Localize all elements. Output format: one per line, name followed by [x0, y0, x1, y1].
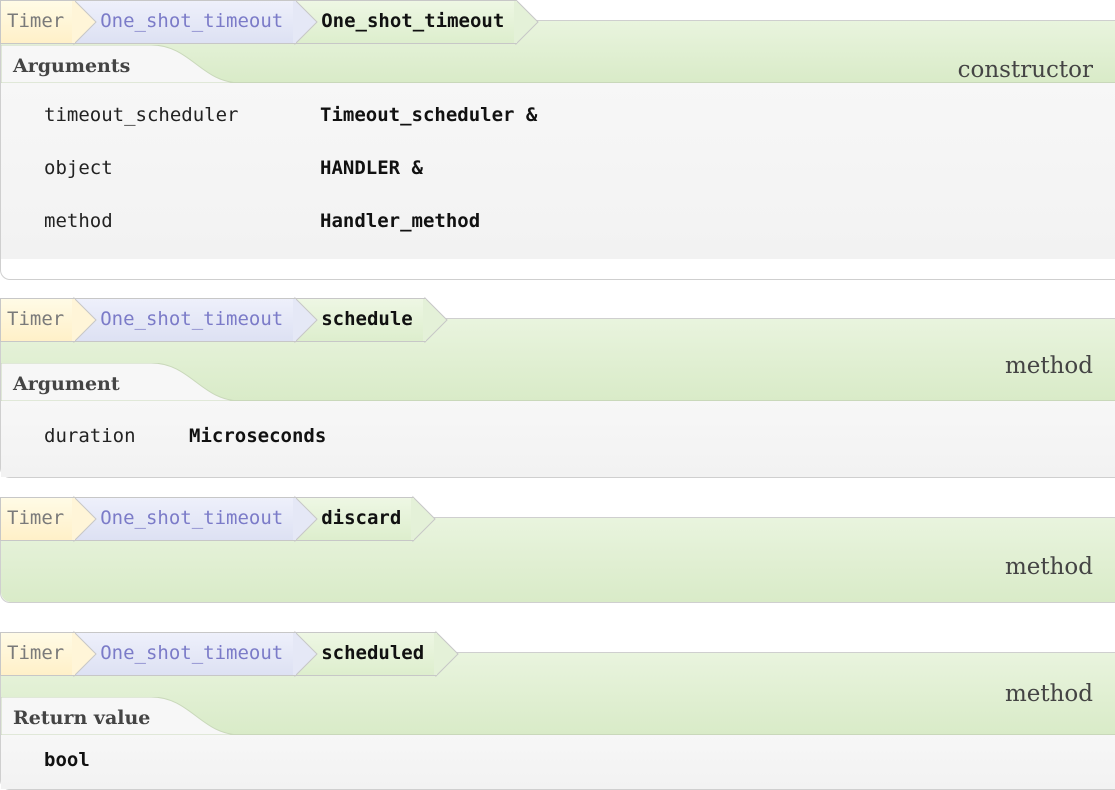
- member-kind: method: [1004, 681, 1093, 707]
- chevron-right-icon: [72, 0, 97, 46]
- breadcrumb-type[interactable]: One_shot_timeout: [73, 630, 318, 678]
- argument-row: duration Microseconds: [1, 401, 1115, 471]
- class-label: Timer: [7, 642, 65, 664]
- breadcrumb-class[interactable]: Timer: [0, 0, 97, 46]
- section-label: Return value: [13, 707, 151, 729]
- type-label: One_shot_timeout: [100, 507, 284, 529]
- argument-type[interactable]: Timeout_scheduler &: [320, 89, 537, 142]
- chevron-right-icon: [293, 0, 318, 46]
- entry-panel: constructor Arguments timeout_scheduler T…: [0, 20, 1115, 280]
- breadcrumb-type[interactable]: One_shot_timeout: [73, 296, 318, 344]
- member-name: discard: [321, 507, 402, 529]
- argument-row: timeout_scheduler Timeout_scheduler &: [1, 89, 1115, 142]
- argument-row: object HANDLER &: [1, 142, 1115, 195]
- chevron-right-icon: [72, 296, 97, 344]
- class-label: Timer: [7, 308, 65, 330]
- chevron-right-icon: [72, 495, 97, 543]
- class-label: Timer: [7, 10, 65, 32]
- breadcrumb-type[interactable]: One_shot_timeout: [73, 495, 318, 543]
- argument-type[interactable]: Microseconds: [189, 401, 326, 471]
- type-label: One_shot_timeout: [100, 10, 284, 32]
- breadcrumb-class[interactable]: Timer: [0, 296, 97, 344]
- breadcrumb-class[interactable]: Timer: [0, 630, 97, 678]
- argument-row: method Handler_method: [1, 195, 1115, 248]
- type-label: One_shot_timeout: [100, 308, 284, 330]
- breadcrumb: Timer One_shot_timeout scheduled: [0, 630, 459, 678]
- breadcrumb: Timer One_shot_timeout One_shot_timeout: [0, 0, 539, 46]
- arguments-list: timeout_scheduler Timeout_scheduler & obj…: [1, 83, 1115, 259]
- chevron-right-icon: [514, 0, 539, 46]
- breadcrumb-name[interactable]: One_shot_timeout: [294, 0, 539, 46]
- chevron-right-icon: [293, 296, 318, 344]
- return-type[interactable]: bool: [1, 735, 1115, 785]
- argument-type[interactable]: Handler_method: [320, 195, 480, 248]
- class-label: Timer: [7, 507, 65, 529]
- type-label: One_shot_timeout: [100, 642, 284, 664]
- member-kind: method: [1004, 554, 1093, 580]
- entry-panel: method Argument duration Microseconds: [0, 318, 1115, 478]
- breadcrumb-type[interactable]: One_shot_timeout: [73, 0, 318, 46]
- member-name: One_shot_timeout: [321, 10, 505, 32]
- argument-name: duration: [44, 425, 136, 447]
- member-kind: constructor: [957, 57, 1093, 83]
- entry-schedule: Timer One_shot_timeout schedule method A…: [0, 296, 1115, 478]
- member-kind: method: [1004, 353, 1093, 379]
- section-label: Argument: [13, 373, 120, 395]
- section-label: Arguments: [13, 55, 131, 77]
- member-name: schedule: [321, 308, 413, 330]
- chevron-right-icon: [72, 630, 97, 678]
- chevron-right-icon: [434, 630, 459, 678]
- member-name: scheduled: [321, 642, 425, 664]
- return-value: bool: [1, 735, 1115, 789]
- chevron-right-icon: [422, 296, 448, 344]
- chevron-right-icon: [293, 495, 318, 543]
- arguments-list: duration Microseconds: [1, 401, 1115, 477]
- argument-name: object: [44, 157, 113, 179]
- argument-name: timeout_scheduler: [44, 104, 239, 126]
- breadcrumb-class[interactable]: Timer: [0, 495, 97, 543]
- argument-type[interactable]: HANDLER &: [320, 142, 423, 195]
- entry-discard: Timer One_shot_timeout discard method: [0, 495, 1115, 603]
- entry-scheduled: Timer One_shot_timeout scheduled method …: [0, 630, 1115, 790]
- breadcrumb: Timer One_shot_timeout schedule: [0, 296, 448, 344]
- breadcrumb: Timer One_shot_timeout discard: [0, 495, 437, 543]
- entry-one-shot-timeout-constructor: Timer One_shot_timeout One_shot_timeout …: [0, 0, 1115, 280]
- argument-name: method: [44, 210, 113, 232]
- chevron-right-icon: [293, 630, 318, 678]
- chevron-right-icon: [411, 495, 437, 543]
